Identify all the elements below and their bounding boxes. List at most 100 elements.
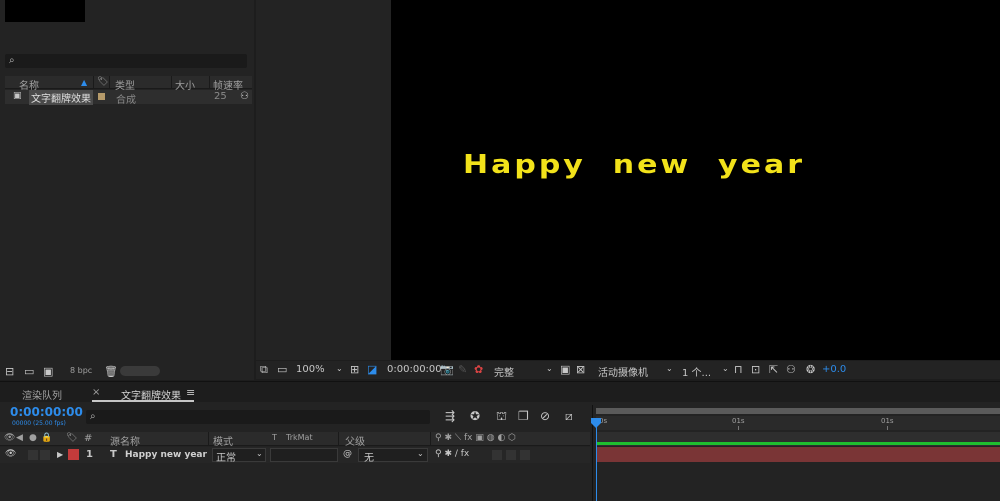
switch-box[interactable]	[506, 450, 516, 460]
transparency-grid-icon[interactable]: ◪	[367, 363, 377, 376]
flowchart-icon[interactable]: ⚇	[786, 363, 796, 376]
trash-icon[interactable]: 🗑	[104, 365, 118, 378]
comp-mini-flowchart-icon[interactable]: ⇶	[445, 409, 455, 423]
switches-icons[interactable]: ⚲ ✱ ⟍ fx ▣ ◍ ◐ ⬡	[435, 433, 516, 443]
close-icon[interactable]: ×	[92, 387, 100, 398]
column-mode[interactable]: 模式	[213, 433, 233, 448]
chevron-down-icon: ⌄	[417, 449, 424, 458]
frame-count: 00000 (25.00 fps)	[12, 420, 66, 427]
frame-blending-icon[interactable]: ❐	[518, 409, 529, 423]
timeline-timecode[interactable]: 0:00:00:00	[10, 405, 83, 419]
project-scrollbar[interactable]	[120, 366, 160, 376]
timeline-search-input[interactable]: ⌕	[86, 410, 430, 424]
project-thumbnail	[5, 0, 85, 22]
layer-label-swatch[interactable]	[68, 449, 79, 460]
ruler-tick-mark	[887, 426, 888, 430]
viewer-text-layer[interactable]: Happy new year	[463, 150, 805, 180]
project-item-type: 合成	[116, 95, 136, 106]
color-channels-icon[interactable]: ✿	[474, 363, 483, 376]
project-column-header: 名称 ▲ 🏷 类型 大小 帧速率	[5, 76, 252, 92]
reset-exposure-icon[interactable]: ⊡	[751, 363, 760, 376]
show-snapshot-icon[interactable]: ✎	[458, 363, 467, 376]
layer-duration-bar[interactable]	[596, 447, 1000, 462]
effects-panel	[256, 0, 391, 360]
switch-box[interactable]	[520, 450, 530, 460]
layer-switches[interactable]: ⚲ ✱ / fx	[435, 449, 469, 459]
fast-preview-icon[interactable]: ▣	[560, 363, 570, 376]
column-parent[interactable]: 父级	[345, 433, 365, 448]
new-folder-icon[interactable]: ▭	[24, 365, 34, 378]
eye-icon[interactable]: 👁	[5, 449, 16, 459]
expand-arrow-icon[interactable]: ▶	[57, 450, 63, 459]
layer-row[interactable]: 👁 ▶ 1 T Happy new year 正常 ⌄ @ 无 ⌄ ⚲ ✱ / …	[0, 447, 590, 464]
solo-switch-icon[interactable]: ●	[29, 433, 37, 443]
mode-value: 正常	[216, 453, 236, 464]
chevron-down-icon[interactable]: ⌄	[666, 364, 673, 373]
shy-layers-icon[interactable]: ⛫	[496, 409, 507, 425]
column-trkmat[interactable]: TrkMat	[286, 433, 313, 442]
views-select[interactable]: 1 个...	[682, 364, 711, 379]
render-bar	[596, 442, 1000, 445]
region-of-interest-icon[interactable]: ⊞	[350, 363, 359, 376]
current-time-indicator-line[interactable]	[596, 427, 597, 501]
snapshot-icon[interactable]: 📷	[440, 363, 454, 376]
search-icon: ⌕	[90, 411, 96, 422]
ruler-tick-mark	[738, 426, 739, 430]
parent-dropdown[interactable]: 无 ⌄	[358, 448, 428, 464]
grid-icon[interactable]: ⊓	[734, 363, 743, 376]
layer-name[interactable]: Happy new year	[125, 450, 207, 460]
always-preview-icon[interactable]: ⧉	[260, 363, 268, 377]
composition-icon: ▣	[13, 91, 22, 101]
column-hash[interactable]: #	[84, 433, 92, 444]
viewer-timecode[interactable]: 0:00:00:00	[387, 364, 442, 375]
chevron-down-icon[interactable]: ⌄	[722, 364, 729, 373]
draft-3d-icon[interactable]: ✪	[470, 409, 480, 423]
work-area-bar[interactable]	[596, 408, 1000, 414]
project-search-input[interactable]: ⌕	[5, 54, 247, 68]
zoom-select[interactable]: 100%	[296, 364, 325, 375]
lock-switch-icon[interactable]: 🔒	[41, 433, 52, 443]
tab-render-queue[interactable]: 渲染队列	[22, 387, 62, 402]
column-t[interactable]: T	[272, 433, 277, 442]
chevron-down-icon[interactable]: ⌄	[336, 364, 343, 373]
label-tag-icon[interactable]: 🏷	[66, 433, 77, 443]
exposure-icon[interactable]: ❂	[806, 363, 815, 376]
project-item-fps: 25	[214, 91, 227, 102]
motion-blur-icon[interactable]: ⊘	[540, 409, 550, 423]
parent-value: 无	[364, 453, 374, 464]
trkmat-dropdown[interactable]	[270, 448, 338, 462]
solo-box[interactable]	[40, 450, 50, 460]
graph-editor-icon[interactable]: ⧄	[565, 409, 573, 424]
new-composition-icon[interactable]: ▣	[43, 365, 53, 378]
text-layer-icon: T	[110, 449, 117, 460]
camera-select[interactable]: 活动摄像机	[598, 364, 648, 379]
audio-switch-icon[interactable]: ◀	[16, 433, 23, 443]
flowchart-icon[interactable]: ⚇	[240, 91, 249, 102]
switch-box[interactable]	[492, 450, 502, 460]
audio-box[interactable]	[28, 450, 38, 460]
sort-arrow-icon: ▲	[81, 78, 88, 87]
time-ruler[interactable]	[596, 416, 1000, 430]
column-source-name[interactable]: 源名称	[110, 433, 140, 448]
mode-dropdown[interactable]: 正常 ⌄	[212, 448, 266, 464]
active-tab-indicator	[92, 400, 194, 402]
video-switch-icon[interactable]: 👁	[4, 433, 15, 443]
composition-viewer[interactable]	[391, 0, 1000, 360]
layer-index: 1	[86, 449, 93, 460]
ruler-tick-01s: 01s	[732, 417, 745, 425]
tag-icon: 🏷	[97, 77, 109, 87]
bpc-label[interactable]: 8 bpc	[70, 366, 92, 375]
chevron-down-icon[interactable]: ⌄	[546, 364, 553, 373]
panel-menu-icon[interactable]: ≡	[186, 386, 195, 399]
interpret-footage-icon[interactable]: ⊟	[5, 365, 14, 378]
project-item-row[interactable]: ▣ 文字翻牌效果 合成 25 ⚇	[5, 90, 252, 106]
project-item-name[interactable]: 文字翻牌效果	[29, 90, 93, 105]
viewer-toolbar: ⧉ ▭ 100% ⌄ ⊞ ◪ 0:00:00:00 📷 ✎ ✿ 完整 ⌄ ▣ ⊠…	[256, 361, 1000, 379]
timeline-icon[interactable]: ⇱	[769, 363, 778, 376]
toggle-transparency-icon[interactable]: ⊠	[576, 363, 585, 376]
resolution-select[interactable]: 完整	[494, 364, 514, 379]
label-swatch	[98, 93, 105, 100]
pick-whip-icon[interactable]: @	[343, 449, 352, 459]
monitor-icon[interactable]: ▭	[277, 363, 287, 376]
exposure-value[interactable]: +0.0	[822, 364, 846, 375]
